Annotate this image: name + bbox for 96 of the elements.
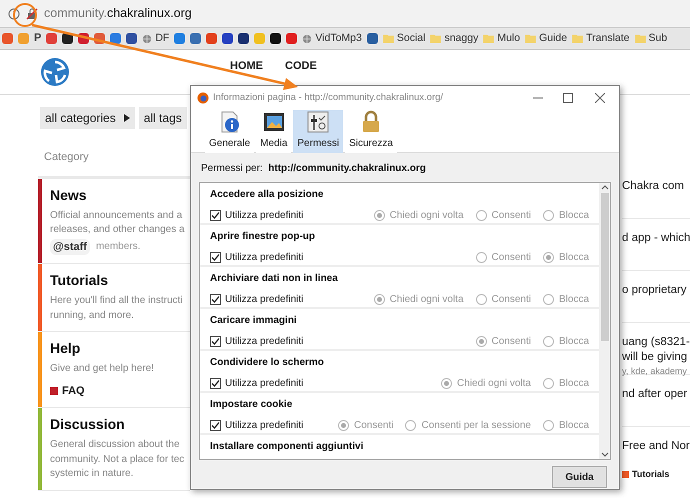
checkbox-label: Utilizza predefiniti [225,251,304,265]
radio-label: Blocca [558,335,589,349]
help-button[interactable]: Guida [552,466,607,488]
nav-link[interactable]: HOME [230,58,263,74]
category-description: systemic in nature. [50,467,134,481]
dialog-tab[interactable]: Media [256,110,292,153]
radio-label: Consenti per la sessione [421,419,531,433]
mention-tag[interactable]: @staff [50,238,90,255]
category-title[interactable]: Tutorials [50,270,183,291]
folder-icon [525,34,536,43]
permission-title: Caricare immagini [210,314,298,328]
column-heading: Category [44,150,90,165]
category-description: releases, and other changes a [50,223,185,237]
site-icon[interactable] [126,33,138,44]
topic-title[interactable]: Chakra com [622,179,690,194]
permission-title: Accedere alla posizione [210,188,324,202]
radio-label: Blocca [558,377,589,391]
topic-title[interactable]: uang (s8321- [622,335,690,350]
folder-icon [572,34,584,43]
radio-label: Blocca [558,251,589,265]
film-picture-icon [262,110,286,134]
category-description: Give and get help here! [50,362,154,376]
radio-label: Blocca [558,293,589,307]
browser-logo-icon [197,92,209,104]
filter-dropdown[interactable]: all tags [138,107,187,129]
category-description: running, and more. [50,308,135,322]
bookmark-folder[interactable]: Mulo [483,30,520,46]
crossed-lock-icon[interactable] [26,8,38,20]
bookmark-link[interactable]: VidToMp3 [302,30,362,46]
checkbox-label: Utilizza predefiniti [225,293,304,307]
category-description: General discussion about the [50,438,181,452]
category-description: Here you'll find all the instructi [50,294,183,308]
permission-title: Aprire finestre pop-up [210,230,316,244]
permissions-for-label: Permessi per: http://community.chakralinux.org [200,162,427,176]
url-text[interactable]: community.chakralinux.org [44,4,192,23]
checkbox-label: Utilizza predefiniti [225,419,304,433]
category-description: community. Not a place for tec [50,452,184,466]
radio-label: Consenti [492,293,531,307]
permission-title: Condividere lo schermo [210,356,325,370]
info-icon[interactable] [8,8,20,20]
bookmark-folder[interactable]: Sub [634,30,668,46]
bookmark-folder[interactable]: Guide [525,30,568,46]
checkbox-label: Utilizza predefiniti [225,335,304,349]
bookmark-folder[interactable]: Social [382,30,426,46]
site-icon[interactable] [222,33,234,44]
sliders-check-icon [306,110,330,134]
bookmark-link[interactable]: P [34,30,42,47]
radio-label: Consenti [492,335,531,349]
topic-category[interactable]: Tutorials [632,468,670,482]
checkbox-label: Utilizza predefiniti [225,209,304,223]
subcategory-link[interactable]: FAQ [62,382,85,399]
category-title[interactable]: Discussion [50,414,184,435]
topic-title[interactable]: Free and Nor [622,439,690,454]
permission-title: Installare componenti aggiuntivi [210,440,364,454]
radio-label: Blocca [558,419,589,433]
folder-icon [634,34,646,43]
dialog-tab[interactable]: Sicurezza [345,110,397,153]
close-icon[interactable] [595,93,605,103]
bookmark-link[interactable]: DF [142,30,170,46]
permission-title: Impostare cookie [210,398,294,412]
nav-link[interactable]: CODE [285,58,317,74]
site-icon[interactable] [270,33,282,44]
dialog-tab[interactable]: Permessi [293,110,344,153]
annotation-circle [13,3,37,27]
bookmark-folder[interactable]: Translate [572,30,630,46]
category-title[interactable]: News [50,184,185,206]
topic-tags: y, kde, akademy [622,365,690,378]
category-description: members. [96,240,140,254]
maximize-icon[interactable] [563,93,573,103]
folder-icon [483,34,494,43]
radio-label: Blocca [558,209,589,223]
bookmark-folder[interactable]: snaggy [430,30,478,46]
scrollbar[interactable] [599,183,610,459]
filter-dropdown[interactable]: all categories [40,107,135,129]
category-description: Official announcements and a [50,208,184,222]
radio-label: Consenti [492,251,531,265]
folder-icon [430,34,442,43]
topic-title[interactable]: will be giving [622,350,690,365]
radio-label: Chiedi ogni volta [390,209,464,223]
radio-label: Consenti [354,419,394,433]
globe-icon [142,34,152,44]
radio-label: Chiedi ogni volta [390,293,464,307]
radio-label: Consenti [492,209,531,223]
topic-title[interactable]: nd after oper [622,387,690,402]
permission-title: Archiviare dati non in linea [210,272,339,286]
globe-icon [302,34,312,44]
topic-title[interactable]: o proprietary [622,283,690,298]
window-title: Informazioni pagina - http://community.chakralinux.org/ [213,90,444,105]
folder-icon [382,34,394,43]
category-title[interactable]: Help [50,338,154,359]
radio-label: Chiedi ogni volta [457,377,531,391]
checkbox-label: Utilizza predefiniti [225,377,304,391]
topic-title[interactable]: d app - which [622,231,690,246]
logo-icon[interactable] [40,57,70,87]
dialog-tab[interactable]: Generale [205,110,254,153]
site-icon[interactable] [238,33,250,44]
